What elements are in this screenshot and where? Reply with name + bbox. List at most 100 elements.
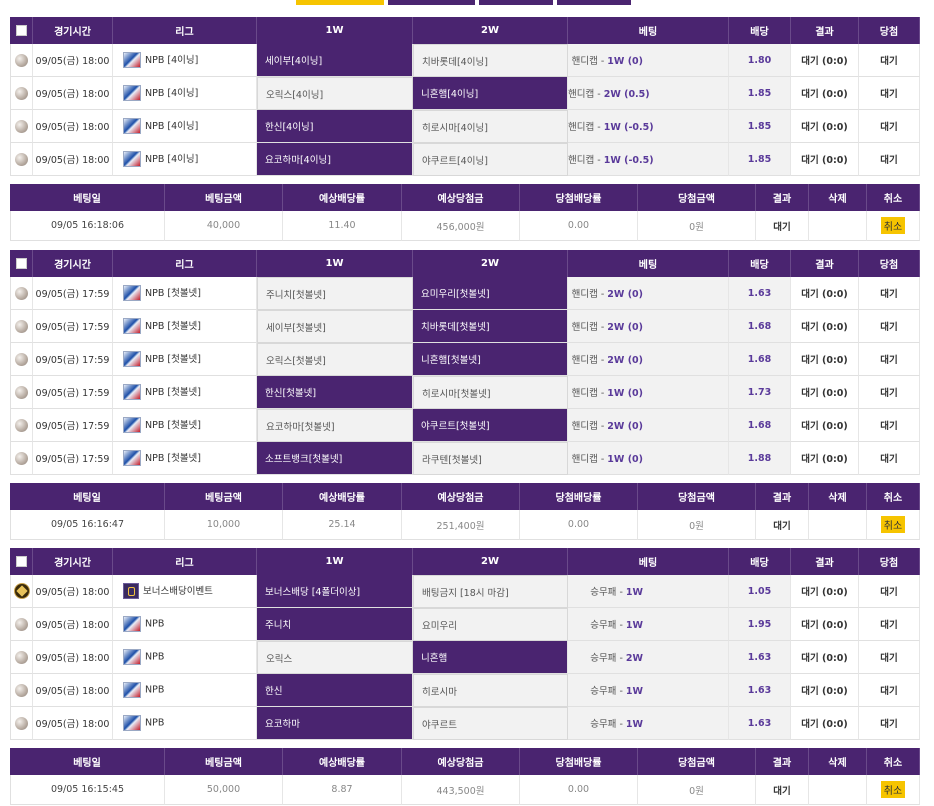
npb-league-icon [123,450,141,467]
tab-4[interactable] [557,0,631,5]
col-bet-amount: 베팅금액 [165,748,283,775]
result-status: 대기 (0:0) [791,707,859,740]
col-2w: 2W [413,17,568,44]
team-1w: 보너스배당 [4폴더이상] [257,575,413,608]
team-1w: 세이부[4이닝] [257,44,413,77]
team-2w: 히로시마[4이닝] [413,110,568,143]
team-2w: 치바롯데[첫볼넷] [413,310,568,343]
sport-icon-cell [10,442,33,475]
bet-type: 핸디캡 - 2W (0) [568,277,729,310]
cancel-button[interactable]: 취소 [880,516,906,533]
col-odds: 배당 [729,17,791,44]
select-all-checkbox[interactable] [15,257,27,269]
col-time: 경기시간 [33,250,113,277]
bet-pick: 1W (0) [607,388,643,399]
select-all-header [10,17,33,44]
bet-type-label: 승무패 - [590,686,623,697]
odds-value: 1.68 [729,343,791,376]
tab-3[interactable] [479,0,553,5]
team-2w: 요미우리 [413,608,568,641]
odds-value: 1.80 [729,44,791,77]
bet-type-label: 핸디캡 - [571,289,605,300]
odds-value: 1.68 [729,310,791,343]
bet-type: 핸디캡 - 2W (0) [568,310,729,343]
select-all-checkbox[interactable] [15,24,27,36]
win-status: 대기 [859,707,920,740]
bet-type-label: 승무패 - [590,587,623,598]
col-expected-win: 예상당첨금 [402,748,520,775]
sport-icon-cell [10,143,33,176]
bet-row: 09/05(금) 18:00 NPB 한신 히로시마 승무패 - 1W 1.63 대기 (0… [10,674,920,707]
result-status: 대기 (0:0) [791,641,859,674]
col-result: 결과 [791,250,859,277]
league-cell: NPB [첫볼넷] [113,343,257,376]
summary-row: 09/05 16:15:45 50,000 8.87 443,500원 0.00 0원 대기… [10,775,920,805]
select-all-checkbox[interactable] [15,555,27,567]
bet-type: 핸디캡 - 2W (0) [568,409,729,442]
bet-row: 09/05(금) 18:00 보너스배당이벤트 보너스배당 [4폴더이상] 배팅금지 … [10,575,920,608]
baseball-icon [15,650,28,664]
win-amount: 0원 [638,775,756,805]
col-expected-odds: 예상배당률 [283,184,402,211]
league-name: NPB [첫볼넷] [145,353,202,365]
col-summary-result: 결과 [756,483,809,510]
league-name: NPB [145,651,165,663]
tab-active[interactable] [296,0,384,5]
match-time: 09/05(금) 17:59 [33,376,113,409]
sport-icon-cell [10,608,33,641]
col-win-odds: 당첨배당률 [520,748,638,775]
npb-league-icon [123,151,141,168]
col-cancel: 취소 [867,748,920,775]
cancel-cell: 취소 [867,211,920,241]
bet-type: 핸디캡 - 2W (0) [568,343,729,376]
bet-type: 핸디캡 - 1W (-0.5) [568,110,729,143]
bet-pick: 1W [625,719,643,730]
bet-type-label: 핸디캡 - [571,322,605,333]
league-name: 보너스배당이벤트 [143,585,213,597]
team-2w: 히로시마[첫볼넷] [413,376,568,409]
win-amount: 0원 [638,211,756,241]
league-cell: NPB [4이닝] [113,143,257,176]
tab-2[interactable] [388,0,475,5]
bet-type: 핸디캡 - 1W (-0.5) [568,143,729,176]
bet-pick: 1W [625,620,643,631]
league-name: NPB [첫볼넷] [145,287,202,299]
baseball-icon [15,119,28,133]
match-time: 09/05(금) 18:00 [33,641,113,674]
bet-row: 09/05(금) 18:00 NPB 오릭스 니혼햄 승무패 - 2W 1.63 대기 (0… [10,641,920,674]
result-status: 대기 (0:0) [791,343,859,376]
team-1w: 한신[4이닝] [257,110,413,143]
col-odds: 배당 [729,250,791,277]
col-summary-result: 결과 [756,748,809,775]
result-status: 대기 (0:0) [791,110,859,143]
summary-result: 대기 [756,510,809,540]
bet-type: 승무패 - 1W [568,707,729,740]
bet-detail-table: 경기시간 리그 1W 2W 베팅 배당 결과 당첨 09/05(금) 18:00 보너스배당이벤트… [10,548,920,740]
sport-icon-cell [10,641,33,674]
select-all-header [10,250,33,277]
baseball-icon [15,418,28,432]
league-name: NPB [145,684,165,696]
col-1w: 1W [257,250,413,277]
bet-row: 09/05(금) 17:59 NPB [첫볼넷] 오릭스[첫볼넷] 니혼햄[첫볼넷] 핸… [10,343,920,376]
bet-slip-group: 경기시간 리그 1W 2W 베팅 배당 결과 당첨 09/05(금) 18:00 NPB [4이닝… [10,17,920,241]
league-cell: NPB [113,674,257,707]
match-time: 09/05(금) 18:00 [33,143,113,176]
bet-type: 핸디캡 - 2W (0.5) [568,77,729,110]
result-status: 대기 (0:0) [791,575,859,608]
bet-pick: 2W (0.5) [603,89,650,100]
bet-summary-table: 베팅일 베팅금액 예상배당률 예상당첨금 당첨배당률 당첨금액 결과 삭제 취소 09/05 16… [10,483,920,540]
bet-slip-group: 경기시간 리그 1W 2W 베팅 배당 결과 당첨 09/05(금) 17:59 NPB [첫볼넷… [10,250,920,540]
win-status: 대기 [859,277,920,310]
match-time: 09/05(금) 17:59 [33,310,113,343]
win-status: 대기 [859,44,920,77]
cancel-button[interactable]: 취소 [880,217,906,234]
cancel-button[interactable]: 취소 [880,781,906,798]
bet-type: 승무패 - 1W [568,575,729,608]
bet-row: 09/05(금) 18:00 NPB [4이닝] 오릭스[4이닝] 니혼햄[4이닝] 핸… [10,77,920,110]
col-bet-date: 베팅일 [10,483,165,510]
team-1w: 한신 [257,674,413,707]
win-status: 대기 [859,409,920,442]
match-time: 09/05(금) 17:59 [33,277,113,310]
odds-value: 1.63 [729,707,791,740]
